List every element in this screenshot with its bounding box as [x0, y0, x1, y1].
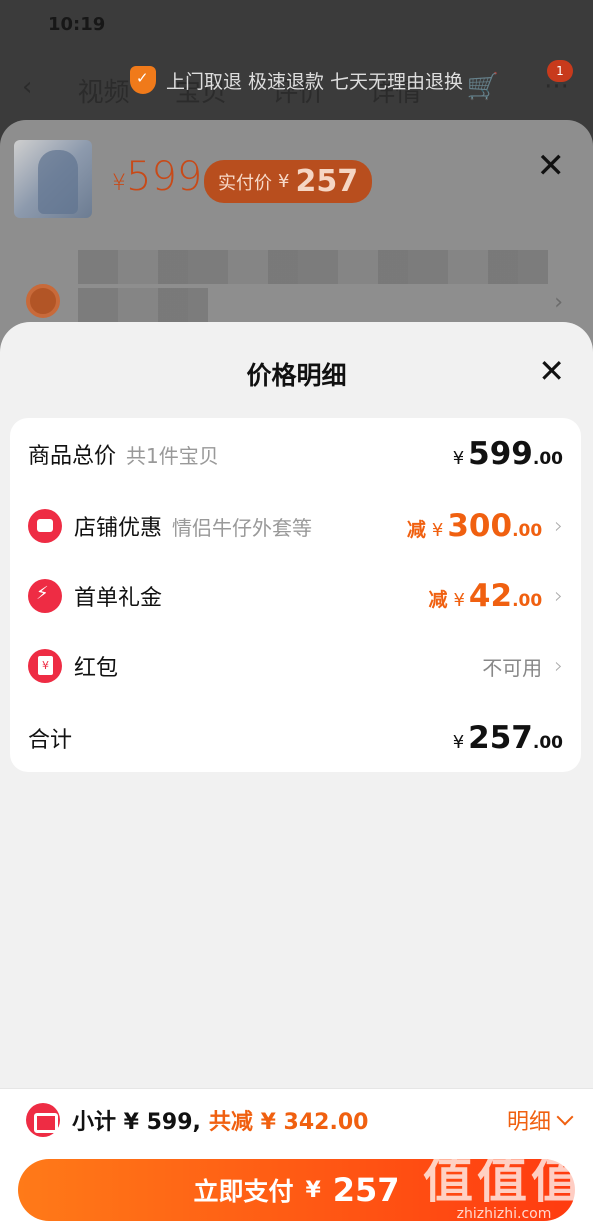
product-price: ¥599 — [112, 154, 203, 200]
close-icon[interactable]: ✕ — [538, 352, 565, 390]
row-first-order-gift[interactable]: 首单礼金 减 ¥ 42 .00 › — [10, 566, 581, 626]
price-detail-card: 商品总价 共1件宝贝 ¥ 599 .00 店铺优惠 情侣牛仔外套等 减 ¥ 30… — [10, 418, 581, 772]
location-icon — [26, 284, 60, 318]
sheet-title: 价格明细 — [246, 361, 347, 390]
summary-row: 小计 ¥ 599, 共减 ¥ 342.00 明细 — [26, 1103, 574, 1137]
close-icon[interactable]: ✕ — [537, 146, 566, 186]
red-packet-icon — [28, 649, 62, 683]
bottom-bar: 小计 ¥ 599, 共减 ¥ 342.00 明细 立即支付 ¥ 257 值值值 … — [0, 1088, 593, 1228]
chevron-right-icon: › — [554, 583, 563, 609]
chevron-right-icon: › — [554, 653, 563, 679]
detail-toggle[interactable]: 明细 — [507, 1104, 574, 1136]
lightning-icon — [28, 579, 62, 613]
product-thumbnail[interactable] — [14, 140, 92, 218]
blurred-address — [78, 250, 548, 284]
reduction-text: 共减 ¥ 342.00 — [208, 1110, 369, 1135]
row-red-packet[interactable]: 红包 不可用 › — [10, 636, 581, 696]
price-detail-sheet: 价格明细 ✕ 商品总价 共1件宝贝 ¥ 599 .00 店铺优惠 情侣牛仔外套等… — [0, 322, 593, 1228]
status-time: 10:19 — [48, 14, 106, 35]
paid-price-chip: 实付价 ¥ 257 — [204, 160, 373, 203]
row-store-discount[interactable]: 店铺优惠 情侣牛仔外套等 减 ¥ 300 .00 › — [10, 496, 581, 556]
chevron-down-icon — [556, 1108, 574, 1126]
subtotal-text: 小计 ¥ 599, — [72, 1110, 201, 1135]
coupon-icon — [26, 1103, 60, 1137]
row-total-price: 商品总价 共1件宝贝 ¥ 599 .00 — [28, 436, 563, 472]
chevron-right-icon[interactable]: › — [554, 290, 563, 315]
store-icon — [28, 509, 62, 543]
shield-icon — [129, 66, 156, 94]
blurred-address-line2 — [78, 288, 208, 322]
chevron-right-icon: › — [554, 513, 563, 539]
promo-bar: 上门取退 极速退款 七天无理由退换 — [0, 60, 593, 100]
watermark: 值值值 zhizhizhi.com — [423, 1151, 585, 1222]
row-total: 合计 ¥ 257 .00 — [28, 720, 563, 756]
promo-text: 上门取退 极速退款 七天无理由退换 — [165, 70, 464, 93]
